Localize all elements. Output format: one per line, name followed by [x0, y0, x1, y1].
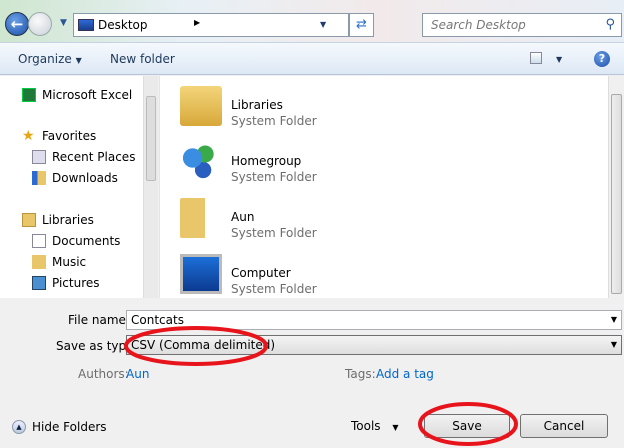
new-folder-button[interactable]: New folder [110, 52, 175, 66]
sidebar-item-downloads[interactable]: Downloads [32, 168, 118, 188]
chevron-down-icon[interactable]: ▼ [611, 315, 617, 324]
sidebar-item-label: Recent Places [52, 150, 136, 164]
computer-icon [180, 254, 222, 294]
navigation-pane: Microsoft Excel ★ Favorites Recent Places… [0, 76, 143, 298]
refresh-button[interactable]: ⇄ [349, 13, 374, 37]
file-type: System Folder [231, 226, 317, 240]
hide-folders-label: Hide Folders [32, 420, 107, 434]
sidebar-item-favorites[interactable]: ★ Favorites [22, 126, 96, 146]
help-icon[interactable]: ? [594, 51, 610, 67]
forward-button[interactable] [28, 12, 52, 36]
sidebar-item-label: Documents [52, 234, 121, 248]
search-icon[interactable]: ⚲ [605, 17, 615, 32]
file-name: Homegroup [231, 154, 302, 168]
sidebar-item-label: Favorites [42, 129, 97, 143]
save-as-type-select[interactable]: CSV (Comma delimited) ▼ [126, 335, 622, 355]
music-icon [32, 255, 46, 269]
organize-button[interactable]: Organize ▼ [18, 52, 82, 66]
sidebar-item-libraries[interactable]: Libraries [22, 210, 94, 230]
excel-icon [22, 88, 36, 102]
chevron-up-icon: ▲ [12, 420, 26, 434]
file-name: Computer [231, 266, 291, 280]
pictures-icon [32, 276, 46, 290]
desktop-icon [78, 19, 94, 31]
sidebar-item-pictures[interactable]: Pictures [32, 273, 100, 293]
sidebar-item-label: Music [52, 255, 87, 269]
homegroup-icon [180, 142, 222, 182]
address-bar[interactable]: Desktop ▶ ▼ [73, 13, 349, 37]
tools-label: Tools [351, 419, 381, 433]
file-name: Libraries [231, 98, 283, 112]
scrollbar-thumb[interactable] [146, 96, 156, 181]
scrollbar-thumb[interactable] [611, 94, 622, 294]
authors-label: Authors: [78, 367, 129, 381]
sidebar-item-music[interactable]: Music [32, 252, 86, 272]
cancel-button[interactable]: Cancel [520, 414, 608, 438]
organize-label: Organize [18, 52, 72, 66]
address-location[interactable]: Desktop [98, 18, 148, 32]
hide-folders-button[interactable]: ▲ Hide Folders [12, 420, 107, 434]
file-name-input[interactable]: Contcats ▼ [126, 310, 622, 330]
tags-label: Tags: [345, 367, 376, 381]
file-type: System Folder [231, 114, 317, 128]
list-item[interactable]: Homegroup System Folder [178, 138, 478, 188]
back-button[interactable]: ← [5, 12, 29, 36]
file-type: System Folder [231, 282, 317, 296]
list-item[interactable]: Libraries System Folder [178, 82, 478, 132]
file-name: Aun [231, 210, 255, 224]
sidebar-item-documents[interactable]: Documents [32, 231, 120, 251]
file-name-value: Contcats [131, 313, 184, 327]
file-type: System Folder [231, 170, 317, 184]
star-icon: ★ [22, 128, 35, 144]
libraries-icon [22, 213, 36, 227]
sidebar-item-microsoft-excel[interactable]: Microsoft Excel [22, 85, 132, 105]
sidebar-item-label: Microsoft Excel [42, 88, 133, 102]
sidebar-item-label: Downloads [52, 171, 118, 185]
recent-pages-dropdown[interactable]: ▼ [60, 18, 67, 28]
user-folder-icon [180, 198, 222, 238]
search-input[interactable]: Search Desktop ⚲ [422, 13, 622, 37]
list-item[interactable]: Aun System Folder [178, 194, 478, 244]
save-button[interactable]: Save [424, 414, 510, 438]
sidebar-item-label: Pictures [52, 276, 100, 290]
save-as-type-value: CSV (Comma delimited) [131, 338, 276, 352]
recent-places-icon [32, 150, 46, 164]
file-list-scrollbar[interactable] [608, 76, 624, 298]
libraries-folder-icon [180, 86, 222, 126]
file-list: Libraries System Folder Homegroup System… [159, 76, 608, 298]
change-view-icon[interactable] [530, 52, 542, 64]
downloads-icon [32, 171, 46, 185]
tools-button[interactable]: Tools ▼ [351, 419, 399, 433]
authors-value[interactable]: Aun [126, 367, 149, 381]
view-options-dropdown-icon[interactable]: ▼ [556, 55, 562, 64]
breadcrumb-arrow-icon[interactable]: ▶ [194, 18, 200, 27]
search-placeholder: Search Desktop [431, 18, 526, 32]
address-dropdown-icon[interactable]: ▼ [320, 20, 326, 29]
navigation-scrollbar[interactable] [143, 76, 158, 298]
toolbar: Organize ▼ New folder ▼ ? [0, 42, 624, 75]
list-item[interactable]: Computer System Folder [178, 250, 478, 300]
navigation-bar: ← ▼ Desktop ▶ ▼ ⇄ Search Desktop ⚲ [0, 0, 624, 42]
sidebar-item-label: Libraries [42, 213, 94, 227]
documents-icon [32, 234, 46, 248]
add-tag-link[interactable]: Add a tag [376, 367, 434, 381]
chevron-down-icon[interactable]: ▼ [611, 340, 617, 349]
sidebar-item-recent-places[interactable]: Recent Places [32, 147, 135, 167]
file-name-label: File name: [68, 313, 130, 327]
